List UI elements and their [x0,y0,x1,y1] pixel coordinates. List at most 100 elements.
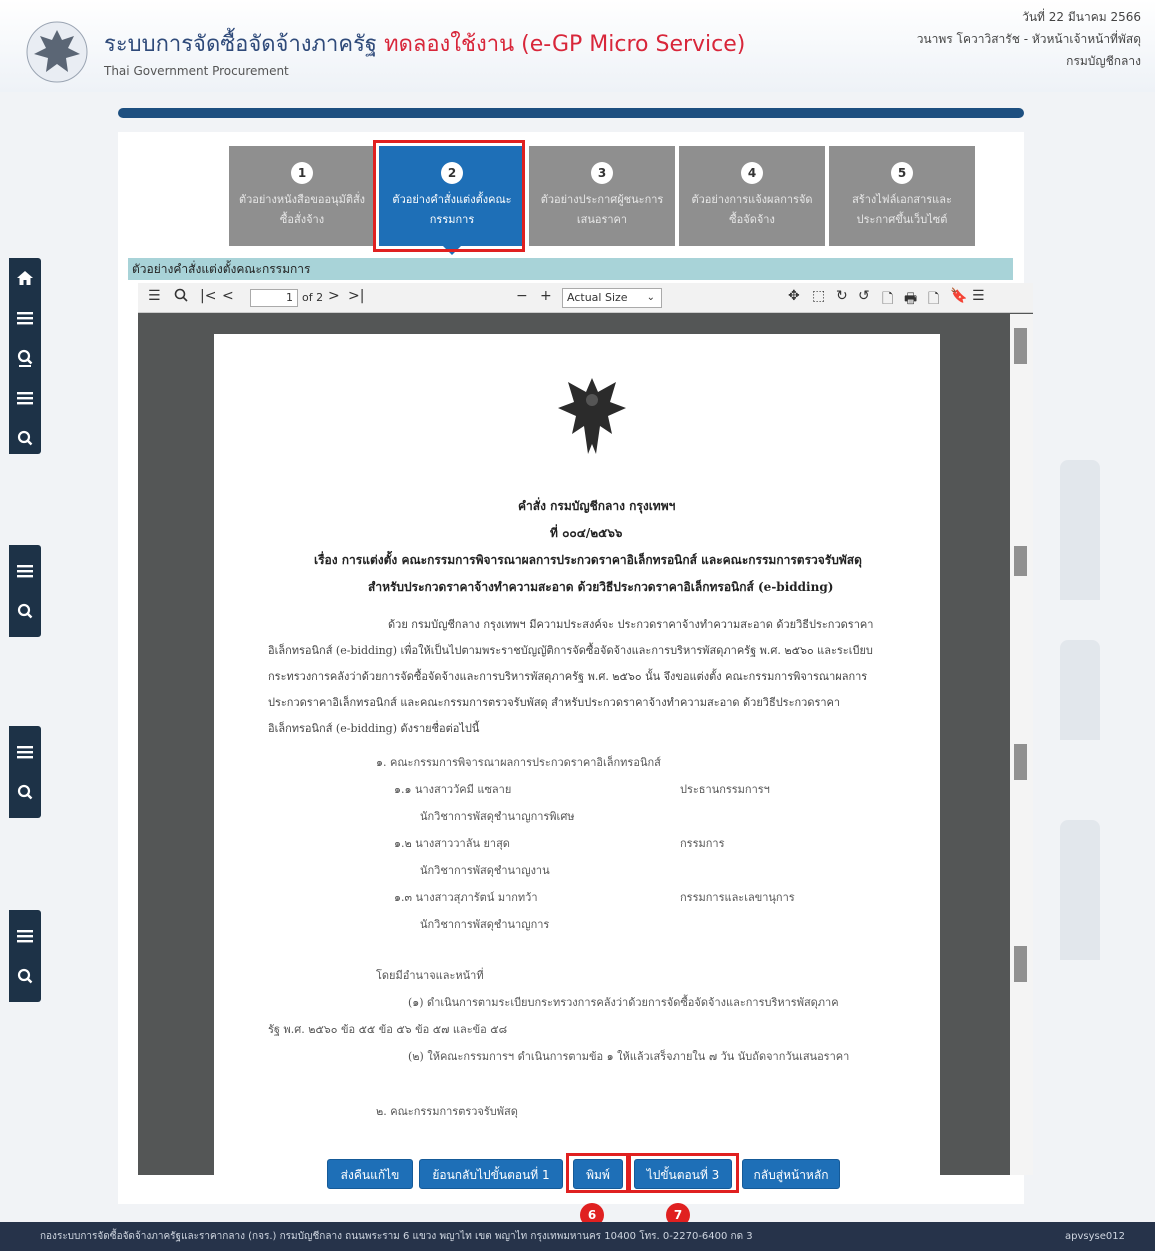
bg-decoration [1060,640,1100,740]
step-1[interactable]: 1 ตัวอย่างหนังสือขออนุมัติสั่งซื้อสั่งจ้… [229,146,375,246]
doc-subject-line2: สำหรับประกวดราคาจ้างทำความสะอาด ด้วยวิธี… [368,580,834,594]
step-3[interactable]: 3 ตัวอย่างประกาศผู้ชนะการเสนอราคา [529,146,675,246]
doc-subject-line1: เรื่อง การแต่งตั้ง คณะกรรมการพิจารณาผลกา… [314,553,862,567]
search-icon[interactable] [9,956,41,996]
scroll-marker [1014,744,1027,780]
first-page-icon[interactable]: |< [200,288,216,304]
sidebar-toggle-icon[interactable]: ☰ [148,288,161,304]
search-user-icon[interactable] [9,338,41,378]
side-nav-group-4 [9,910,41,1002]
app-header: ระบบการจัดซื้อจัดจ้างภาครัฐ ทดลองใช้งาน … [0,0,1155,92]
system-title-main: ระบบการจัดซื้อจัดจ้างภาครัฐ [104,32,378,57]
step-4[interactable]: 4 ตัวอย่างการแจ้งผลการจัดซื้อจัดจ้าง [679,146,825,246]
step-label: ตัวอย่างการแจ้งผลการจัดซื้อจัดจ้าง [691,193,813,226]
menu-icon[interactable] [9,298,41,338]
top-progress-bar [118,108,1024,118]
last-page-icon[interactable]: >| [348,288,364,304]
member-1-role: ประธานกรรมการฯ [680,783,770,796]
pdf-scrollbar[interactable] [1010,314,1033,1175]
header-department: กรมบัญชีกลาง [1066,54,1141,68]
pdf-page: คำสั่ง กรมบัญชีกลาง กรุงเทพฯ ที่ ๐๐๔/๒๕๖… [214,334,940,1175]
select-tool-icon[interactable]: ⬚ [812,288,825,304]
duty-title: โดยมีอำนาจและหน้าที่ [376,969,484,982]
zoom-select[interactable]: Actual Size ⌄ [562,288,662,308]
member-3-position: นักวิชาการพัสดุชำนาญการ [420,918,550,931]
search-icon[interactable] [9,772,41,812]
footer: กองระบบการจัดซื้อจัดจ้างภาครัฐและราคากลา… [0,1222,1155,1251]
member-2-position: นักวิชาการพัสดุชำนาญงาน [420,864,550,877]
footer-address: กองระบบการจัดซื้อจัดจ้างภาครัฐและราคากลา… [40,1231,753,1242]
step-number: 4 [741,162,763,184]
bg-decoration [1060,820,1100,960]
step-label: ตัวอย่างหนังสือขออนุมัติสั่งซื้อสั่งจ้าง [238,193,366,226]
doc-number: ที่ ๐๐๔/๒๕๖๖ [550,526,623,540]
pdf-document-area[interactable]: คำสั่ง กรมบัญชีกลาง กรุงเทพฯ ที่ ๐๐๔/๒๕๖… [138,314,1033,1175]
chevron-down-icon: ⌄ [646,292,655,303]
duty-1-line2: รัฐ พ.ศ. ๒๕๖๐ ข้อ ๕๕ ข้อ ๕๖ ข้อ ๕๗ และข้… [268,1023,508,1036]
step-5[interactable]: 5 สร้างไฟล์เอกสารและประกาศขึ้นเว็บไซต์ [829,146,975,246]
menu-icon[interactable] [9,378,41,418]
member-2-role: กรรมการ [680,837,725,850]
committee-2-title: ๒. คณะกรรมการตรวจรับพัสดุ [376,1105,518,1118]
scroll-marker [1014,328,1027,364]
search-icon[interactable] [9,591,41,631]
search-icon[interactable] [174,288,188,306]
member-3-name: ๑.๓ นางสาวสุภารัตน์ มากทว้า [394,891,538,904]
next-page-icon[interactable]: > [328,288,340,304]
home-button[interactable]: กลับสู่หน้าหลัก [742,1159,840,1189]
page-number-input[interactable]: 1 [250,289,298,307]
side-nav-group-2 [9,545,41,637]
menu-icon[interactable] [9,551,41,591]
footer-code: apvsyse012 [1065,1231,1125,1242]
step-label: สร้างไฟล์เอกสารและประกาศขึ้นเว็บไซต์ [852,193,952,226]
zoom-in-icon[interactable]: + [540,288,552,304]
member-3-role: กรรมการและเลขานุการ [680,891,795,904]
bookmark-icon[interactable]: 🔖 [950,288,967,304]
member-1-position: นักวิชาการพัสดุชำนาญการพิเศษ [420,810,575,823]
hand-tool-icon[interactable]: ✥ [788,288,800,304]
step-2-highlight [373,140,525,252]
header-user[interactable]: วนาพร โควาวิสารัช - หัวหน้าเจ้าหน้าที่พั… [917,30,1141,49]
step-number: 3 [591,162,613,184]
scroll-marker [1014,546,1027,576]
page-total: of 2 [302,291,324,304]
member-1-name: ๑.๑ นางสาววัคมี แซลาย [394,783,512,796]
print-icon[interactable]: 🖶 [904,288,917,312]
pdf-viewer: ☰ |< < 1 of 2 > >| − + Actual Size ⌄ ✥ ⬚ … [138,283,1033,1175]
duty-2: (๒) ให้คณะกรรมการฯ ดำเนินการตามข้อ ๑ ให้… [408,1050,850,1063]
committee-1-title: ๑. คณะกรรมการพิจารณาผลการประกวดราคาอิเล็… [376,756,661,769]
home-icon[interactable] [9,258,41,298]
step-number: 5 [891,162,913,184]
system-subtitle: Thai Government Procurement [104,64,289,78]
duty-1-line1: (๑) ดำเนินการตามระเบียบกระทรวงการคลังว่า… [408,996,839,1009]
rotate-cw-icon[interactable]: ↻ [836,288,848,304]
garuda-emblem [558,378,626,454]
next-step-highlight [628,1153,739,1193]
menu-icon[interactable] [9,916,41,956]
tools-menu-icon[interactable]: ☰ [972,288,985,304]
rotate-ccw-icon[interactable]: ↺ [858,288,870,304]
system-title-trial: ทดลองใช้งาน (e-GP Micro Service) [384,32,746,57]
step-number: 1 [291,162,313,184]
search-icon[interactable] [9,418,41,458]
return-edit-button[interactable]: ส่งคืนแก้ไข [327,1159,413,1189]
pdf-toolbar: ☰ |< < 1 of 2 > >| − + Actual Size ⌄ ✥ ⬚ … [138,283,1033,313]
menu-icon[interactable] [9,732,41,772]
print-button-highlight [566,1153,629,1193]
section-title: ตัวอย่างคำสั่งแต่งตั้งคณะกรรมการ [128,258,1013,280]
zoom-out-icon[interactable]: − [516,288,528,304]
cgd-garuda-logo [26,21,88,83]
doc-heading: คำสั่ง กรมบัญชีกลาง กรุงเทพฯ [518,499,676,513]
back-step1-button[interactable]: ย้อนกลับไปขั้นตอนที่ 1 [419,1159,563,1189]
side-nav-group-1 [9,258,41,454]
prev-page-icon[interactable]: < [222,288,234,304]
member-2-name: ๑.๒ นางสาววาลัน ยาสุด [394,837,510,850]
doc-body-paragraph: ด้วย กรมบัญชีกลาง กรุงเทพฯ มีความประสงค์… [268,618,874,735]
header-date: วันที่ 22 มีนาคม 2566 [1022,10,1141,24]
download-icon[interactable]: 🗋 [928,288,939,312]
open-file-icon[interactable]: 🗋 [882,288,893,312]
bg-decoration [1060,460,1100,600]
step-label: ตัวอย่างประกาศผู้ชนะการเสนอราคา [540,193,664,226]
side-nav-group-3 [9,726,41,818]
system-title: ระบบการจัดซื้อจัดจ้างภาครัฐ ทดลองใช้งาน … [104,26,745,61]
